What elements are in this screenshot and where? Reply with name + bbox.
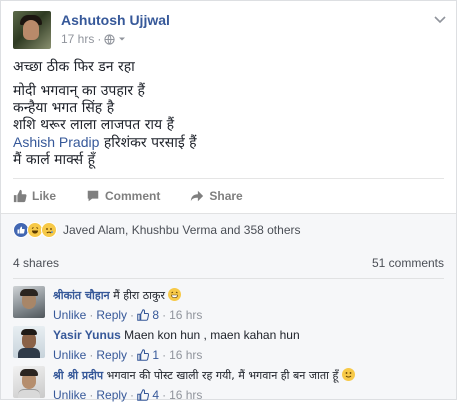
comment-button[interactable]: Comment — [86, 189, 160, 203]
post-time[interactable]: 17 hrs — [61, 32, 94, 46]
comment-time[interactable]: 16 hrs — [169, 388, 202, 403]
post-meta: 17 hrs · — [61, 32, 126, 46]
comment-body: श्री श्री प्रदीप भगवान की पोस्ट खाली रह … — [53, 368, 446, 403]
comment-meta: Unlike · Reply · 8 · 16 hrs — [53, 308, 203, 323]
comment-likes[interactable]: 8 — [137, 308, 159, 323]
post-line: मैं कार्ल मार्क्स हूँ — [13, 152, 96, 168]
comment-body: श्रीकांत चौहान मैं हीरा ठाकुर Unlike · R… — [53, 288, 446, 323]
comment-text: भगवान की पोस्ट खाली रह गयी, मैं भगवान ही… — [103, 369, 342, 382]
mention-link[interactable]: Ashish Pradip — [13, 134, 99, 150]
comment-time[interactable]: 16 hrs — [169, 308, 202, 323]
post-body: अच्छा ठीक फिर डन रहा मोदी भगवान् का उपहा… — [13, 59, 444, 169]
comment-label: Comment — [105, 189, 161, 203]
commenter-name[interactable]: श्रीकांत चौहान — [53, 289, 110, 302]
comment-likes[interactable]: 1 — [137, 348, 159, 363]
post-options-chevron-icon[interactable] — [434, 13, 446, 27]
author-name[interactable]: Ashutosh Ujjwal — [61, 12, 170, 28]
comment-time[interactable]: 16 hrs — [169, 348, 202, 363]
thumbs-up-icon — [137, 309, 150, 321]
post-line: शशि थरूर लाला लाजपत राय हैं — [13, 117, 175, 133]
reply-link[interactable]: Reply — [96, 308, 127, 323]
reply-link[interactable]: Reply — [96, 348, 127, 363]
commenter-avatar[interactable] — [13, 326, 45, 358]
thumbs-up-icon — [137, 389, 150, 401]
like-label: Like — [32, 189, 57, 203]
comment-like-count: 8 — [152, 308, 160, 322]
share-label: Share — [209, 189, 243, 203]
like-button[interactable]: Like — [13, 189, 56, 203]
post-line: कन्हैया भगत सिंह है — [13, 100, 115, 116]
divider — [13, 178, 444, 179]
divider — [13, 278, 444, 279]
share-button[interactable]: Share — [190, 189, 243, 203]
comment-item: Yasir Yunus Maen kon hun , maen kahan hu… — [13, 326, 446, 366]
comment-meta: Unlike · Reply · 4 · 16 hrs — [53, 388, 203, 403]
commenter-avatar[interactable] — [13, 286, 45, 318]
comments-count[interactable]: 51 comments — [372, 256, 444, 270]
globe-icon[interactable] — [104, 33, 115, 45]
shares-count[interactable]: 4 shares — [13, 256, 59, 270]
thumbs-up-icon — [13, 189, 27, 203]
comment-text: मैं हीरा ठाकुर — [109, 289, 169, 302]
comment-meta: Unlike · Reply · 1 · 16 hrs — [53, 348, 203, 363]
comment-item: श्री श्री प्रदीप भगवान की पोस्ट खाली रह … — [13, 366, 446, 406]
audience-dropdown-icon[interactable] — [118, 35, 126, 43]
unlike-link[interactable]: Unlike — [53, 348, 86, 363]
comment-body: Yasir Yunus Maen kon hun , maen kahan hu… — [53, 328, 446, 363]
commenter-avatar[interactable] — [13, 366, 45, 398]
post-card: Ashutosh Ujjwal 17 hrs · अच्छा ठीक फिर ड… — [0, 0, 457, 402]
post-header: Ashutosh Ujjwal 17 hrs · — [13, 11, 446, 51]
action-bar: Like Comment Share — [13, 184, 444, 208]
grinning-emoji-icon — [168, 288, 182, 301]
share-arrow-icon — [191, 190, 204, 202]
unlike-link[interactable]: Unlike — [53, 308, 86, 323]
thumbs-up-icon — [137, 349, 150, 361]
author-avatar[interactable] — [13, 11, 51, 49]
comment-likes[interactable]: 4 — [137, 388, 159, 403]
comment-item: श्रीकांत चौहान मैं हीरा ठाकुर Unlike · R… — [13, 286, 446, 326]
comment-text: Maen kon hun , maen kahan hun — [120, 328, 300, 342]
mention-rest: हरिशंकर परसाई हैं — [99, 135, 197, 151]
commenter-name[interactable]: श्री श्री प्रदीप — [53, 369, 103, 382]
reply-link[interactable]: Reply — [96, 388, 127, 403]
post-line: मोदी भगवान् का उपहार हैं — [13, 83, 145, 99]
post-line: अच्छा ठीक फिर डन रहा — [13, 59, 135, 75]
post-line-with-mention: Ashish Pradip हरिशंकर परसाई हैं — [13, 134, 444, 152]
post-footer: Javed Alam, Khushbu Verma and 358 others… — [1, 213, 456, 402]
commenter-name[interactable]: Yasir Yunus — [53, 328, 121, 342]
reactions-text[interactable]: Javed Alam, Khushbu Verma and 358 others — [63, 223, 301, 237]
reactions-summary[interactable]: Javed Alam, Khushbu Verma and 358 others — [13, 222, 301, 238]
comment-like-count: 1 — [152, 348, 160, 362]
sad-reaction-icon — [41, 222, 57, 238]
unlike-link[interactable]: Unlike — [53, 388, 86, 403]
smile-emoji-icon — [341, 368, 355, 381]
comment-icon — [87, 190, 99, 202]
